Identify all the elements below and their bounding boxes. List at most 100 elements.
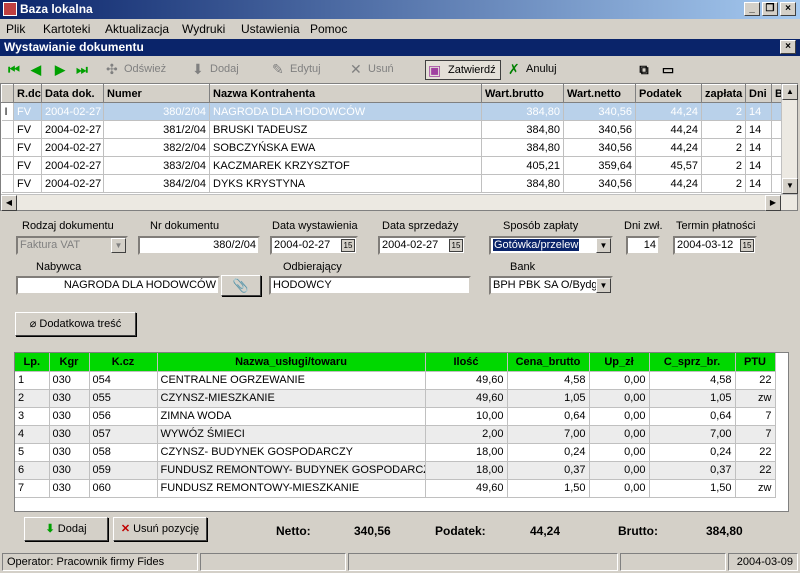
bank-select[interactable]: BPH PBK SA O/Bydg ▼ — [489, 276, 613, 295]
due-date-field[interactable]: 2004-03-12 15 — [673, 236, 757, 255]
items-grid: Lp. Kgr K.cz Nazwa_usługi/towaru Ilość C… — [14, 352, 789, 512]
calendar-icon[interactable]: 15 — [341, 239, 355, 252]
edit-button[interactable]: ✎ Edytuj — [270, 60, 321, 80]
grid-vertical-scrollbar[interactable]: ▲ ▼ — [781, 84, 798, 194]
add-item-button[interactable]: ⬇ Dodaj — [24, 517, 108, 541]
table-row[interactable]: 1 030 054 CENTRALNE OGRZEWANIE 49,60 4,58 0,00… — [15, 371, 776, 390]
menu-aktualizacja[interactable]: Aktualizacja — [105, 22, 169, 36]
menu-wydruki[interactable]: Wydruki — [182, 22, 225, 36]
extra-content-button[interactable]: ⌀ Dodatkowa treść — [15, 312, 136, 336]
days-label: Dni zwł. — [624, 220, 663, 232]
status-date: 2004-03-09 — [728, 553, 798, 571]
netto-value: 340,56 — [354, 524, 391, 538]
table-row[interactable]: I FV 2004-02-27 380/2/04 NAGRODA DLA HODOWC… — [1, 102, 784, 121]
table-row[interactable]: FV 2004-02-27 384/2/04 DYKS KRYSTYNA 384,80 3… — [1, 174, 784, 193]
table-row[interactable]: FV 2004-02-27 381/2/04 BRUSKI TADEUSZ 384,80… — [1, 120, 784, 139]
chevron-down-icon[interactable]: ▼ — [596, 238, 611, 253]
grid-header-indicator — [1, 84, 14, 103]
buyer-label: Nabywca — [36, 261, 82, 273]
close-button[interactable]: × — [780, 2, 796, 16]
grid-header-payment[interactable]: zapłata — [701, 84, 746, 103]
menu-plik[interactable]: Plik — [6, 22, 25, 36]
scroll-left-icon[interactable]: ◀ — [1, 195, 17, 211]
issue-date-label: Data wystawienia — [272, 220, 358, 232]
down-arrow-icon: ⬇ — [192, 61, 204, 77]
table-row[interactable]: FV 2004-02-27 383/2/04 KACZMAREK KRZYSZTOF 4… — [1, 156, 784, 175]
buyer-field[interactable]: NAGRODA DLA HODOWCÓW — [16, 276, 220, 295]
menu-pomoc[interactable]: Pomoc — [310, 22, 347, 36]
issue-date-field[interactable]: 2004-02-27 15 — [270, 236, 358, 255]
chevron-down-icon[interactable]: ▼ — [111, 238, 126, 253]
payment-select[interactable]: Gotówka/przelew ▼ — [489, 236, 613, 255]
last-record-icon[interactable]: ⏭ — [74, 62, 90, 78]
receiver-field[interactable]: HODOWCY — [269, 276, 471, 295]
table-row[interactable]: 4 030 057 WYWÓZ ŚMIECI 2,00 7,00 0,00 7,00 7 — [15, 425, 776, 444]
documents-grid: R.dc Data dok. Numer Nazwa Kontrahenta W… — [0, 83, 798, 211]
grid-header-tax[interactable]: Podatek — [635, 84, 702, 103]
doc-type-label: Rodzaj dokumentu — [22, 220, 114, 232]
window-icon[interactable]: ⧉ — [636, 62, 652, 78]
grid-header-net[interactable]: Wart.netto — [563, 84, 636, 103]
remove-item-button[interactable]: ✕ Usuń pozycję — [113, 517, 207, 541]
sale-date-field[interactable]: 2004-02-27 15 — [378, 236, 466, 255]
first-record-icon[interactable]: ⏮ — [6, 62, 22, 78]
restore-button[interactable]: ❐ — [762, 2, 778, 16]
menu-kartoteki[interactable]: Kartoteki — [43, 22, 90, 36]
items-header-lp[interactable]: Lp. — [15, 353, 50, 372]
scroll-up-icon[interactable]: ▲ — [782, 84, 798, 100]
grid-header-number[interactable]: Numer — [103, 84, 210, 103]
subwindow-title: Wystawianie dokumentu — [4, 40, 144, 54]
minimize-button[interactable]: _ — [744, 2, 760, 16]
grid-header-gross[interactable]: Wart.brutto — [481, 84, 564, 103]
items-header-name[interactable]: Nazwa_usługi/towaru — [157, 353, 426, 372]
refresh-icon: ✣ — [106, 61, 118, 77]
choose-buyer-button[interactable]: 📎 — [221, 275, 261, 296]
doc-type-select[interactable]: Faktura VAT ▼ — [16, 236, 128, 255]
grid-header-date[interactable]: Data dok. — [41, 84, 104, 103]
prev-record-icon[interactable]: ◀ — [28, 62, 44, 78]
screen-icon[interactable]: ▭ — [660, 62, 676, 78]
refresh-button[interactable]: ✣ Odśwież — [104, 60, 166, 80]
menu-ustawienia[interactable]: Ustawienia — [241, 22, 300, 36]
paperclip-icon: 📎 — [232, 278, 250, 293]
chevron-down-icon[interactable]: ▼ — [596, 278, 611, 293]
items-header-kcz[interactable]: K.cz — [89, 353, 158, 372]
down-arrow-icon: ⬇ — [45, 523, 58, 535]
subwindow-close-button[interactable]: × — [780, 40, 796, 54]
operator-status: Operator: Pracownik firmy Fides — [2, 553, 198, 571]
add-button[interactable]: ⬇ Dodaj — [190, 60, 239, 80]
tax-value: 44,24 — [530, 524, 561, 538]
table-row[interactable]: 2 030 055 CZYNSZ-MIESZKANIE 49,60 1,05 0,00 1,0… — [15, 389, 776, 408]
delete-button[interactable]: ✕ Usuń — [348, 60, 394, 80]
scroll-down-icon[interactable]: ▼ — [782, 178, 798, 194]
items-header-discount[interactable]: Up_zł — [589, 353, 650, 372]
menu-bar: Plik Kartoteki Aktualizacja Wydruki Usta… — [0, 19, 800, 39]
next-record-icon[interactable]: ▶ — [52, 62, 68, 78]
grid-header-rdc[interactable]: R.dc — [13, 84, 42, 103]
calendar-icon[interactable]: 15 — [740, 239, 754, 252]
items-header-sale-price[interactable]: C_sprz_br. — [649, 353, 736, 372]
doc-number-label: Nr dokumentu — [150, 220, 220, 232]
grid-header-days[interactable]: Dni — [745, 84, 772, 103]
items-header-qty[interactable]: Ilość — [425, 353, 508, 372]
confirm-button[interactable]: ▣ Zatwierdź — [425, 60, 501, 80]
calendar-icon[interactable]: 15 — [449, 239, 463, 252]
table-row[interactable]: FV 2004-02-27 382/2/04 SOBCZYŃSKA EWA 384,80… — [1, 138, 784, 157]
grid-horizontal-scrollbar[interactable]: ◀ ▶ — [1, 194, 797, 211]
doc-number-field[interactable]: 380/2/04 — [138, 236, 260, 255]
x-icon: ✕ — [350, 61, 362, 77]
table-row[interactable]: 3 030 056 ZIMNA WODA 10,00 0,64 0,00 0,64 7 — [15, 407, 776, 426]
cancel-button[interactable]: ✗ Anuluj — [506, 60, 557, 80]
subwindow-titlebar: Wystawianie dokumentu × — [0, 39, 800, 56]
grid-header-contractor[interactable]: Nazwa Kontrahenta — [209, 84, 482, 103]
items-header-kgr[interactable]: Kgr — [49, 353, 90, 372]
scroll-right-icon[interactable]: ▶ — [765, 195, 781, 211]
due-date-label: Termin płatności — [676, 220, 756, 232]
table-row[interactable]: 7 030 060 FUNDUSZ REMONTOWY-MIESZKANIE 49,60… — [15, 479, 776, 498]
days-field[interactable]: 14 — [626, 236, 660, 255]
table-row[interactable]: 6 030 059 FUNDUSZ REMONTOWY- BUDYNEK GOSPOD… — [15, 461, 776, 480]
status-panel-empty — [620, 553, 726, 571]
table-row[interactable]: 5 030 058 CZYNSZ- BUDYNEK GOSPODARCZY 18,00 0… — [15, 443, 776, 462]
items-header-ptu[interactable]: PTU — [735, 353, 776, 372]
items-header-price[interactable]: Cena_brutto — [507, 353, 590, 372]
